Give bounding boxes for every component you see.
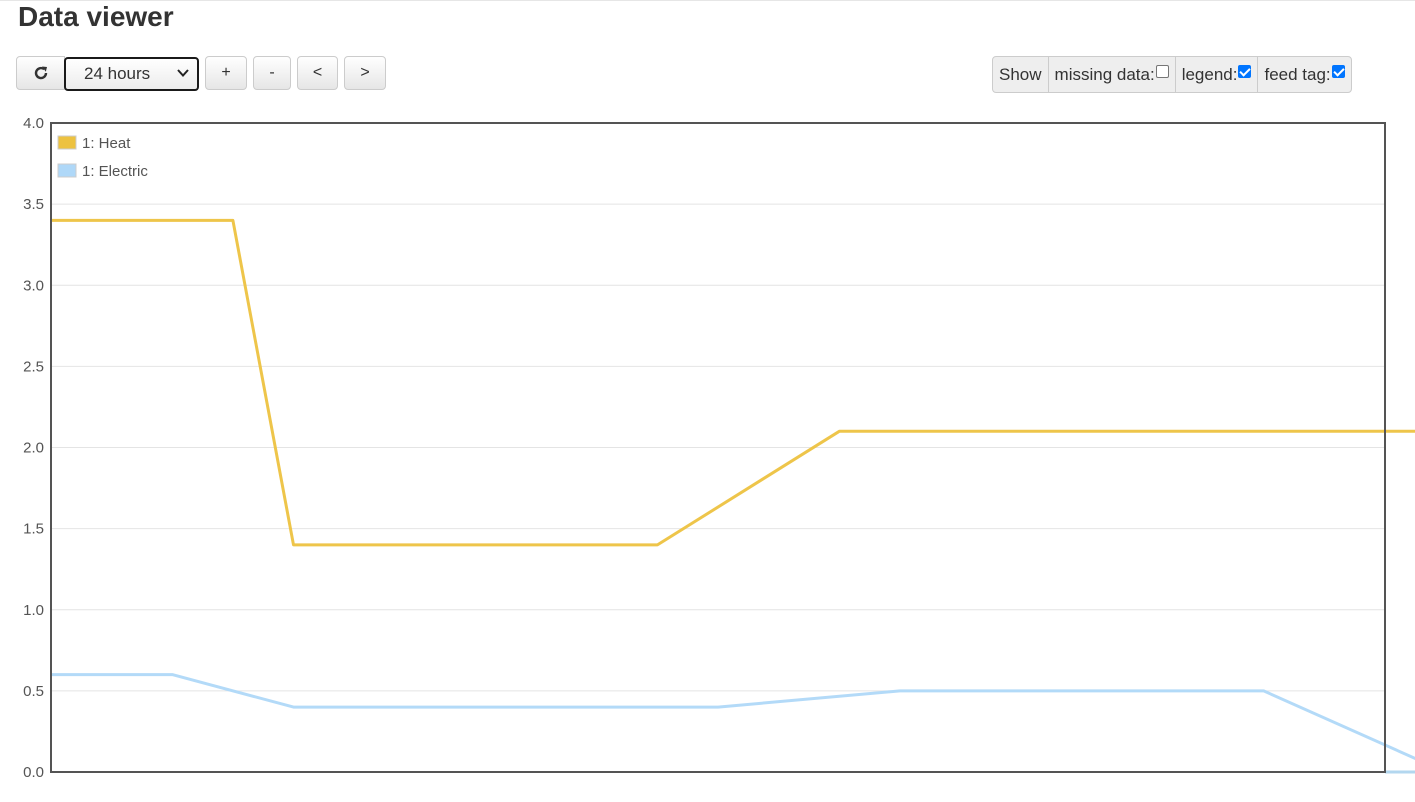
y-tick-label: 3.0 [23, 277, 44, 294]
refresh-button[interactable] [16, 56, 65, 90]
y-tick-label: 2.0 [23, 440, 44, 457]
page-title: Data viewer [18, 1, 174, 32]
missing-data-checkbox[interactable] [1155, 65, 1169, 78]
missing-data-label: missing data: [1054, 64, 1155, 84]
show-label: Show [999, 64, 1042, 84]
legend-label: legend: [1181, 64, 1238, 84]
data-chart[interactable]: 0.00.51.01.52.02.53.03.54.023:0001:0003:… [0, 100, 1415, 802]
y-tick-label: 1.0 [23, 602, 44, 619]
legend-entry: 1: Electric [82, 163, 148, 180]
feed-tag-option[interactable]: feed tag: [1257, 57, 1350, 92]
pan-right-button[interactable]: > [344, 56, 386, 90]
y-tick-label: 4.0 [23, 115, 44, 132]
time-range-select[interactable]: 24 hours [64, 57, 199, 91]
legend-swatch [57, 163, 77, 178]
feed-tag-checkbox[interactable] [1331, 65, 1345, 78]
y-tick-label: 0.0 [23, 764, 44, 781]
refresh-icon [34, 66, 47, 80]
y-tick-label: 1.5 [23, 521, 44, 538]
display-options: Show missing data: legend: feed tag: [992, 56, 1352, 93]
time-range-value: 24 hours [84, 64, 151, 83]
series-line-heat [51, 218, 1415, 774]
pan-left-button[interactable]: < [297, 56, 338, 90]
y-tick-label: 0.5 [23, 683, 44, 700]
legend-checkbox[interactable] [1238, 65, 1252, 78]
y-tick-label: 2.5 [23, 358, 44, 375]
missing-data-option[interactable]: missing data: [1047, 57, 1175, 92]
zoom-in-button[interactable]: + [205, 56, 247, 90]
zoom-out-button[interactable]: - [253, 56, 291, 90]
series-line-electric [51, 673, 1415, 774]
show-label-cell: Show [993, 57, 1048, 92]
chevron-down-icon [177, 69, 189, 77]
feed-tag-label: feed tag: [1264, 64, 1331, 84]
top-border [0, 0, 1415, 1]
y-tick-label: 3.5 [23, 196, 44, 213]
legend-option[interactable]: legend: [1174, 57, 1258, 92]
legend-swatch [57, 135, 77, 150]
legend-entry: 1: Heat [82, 135, 131, 152]
